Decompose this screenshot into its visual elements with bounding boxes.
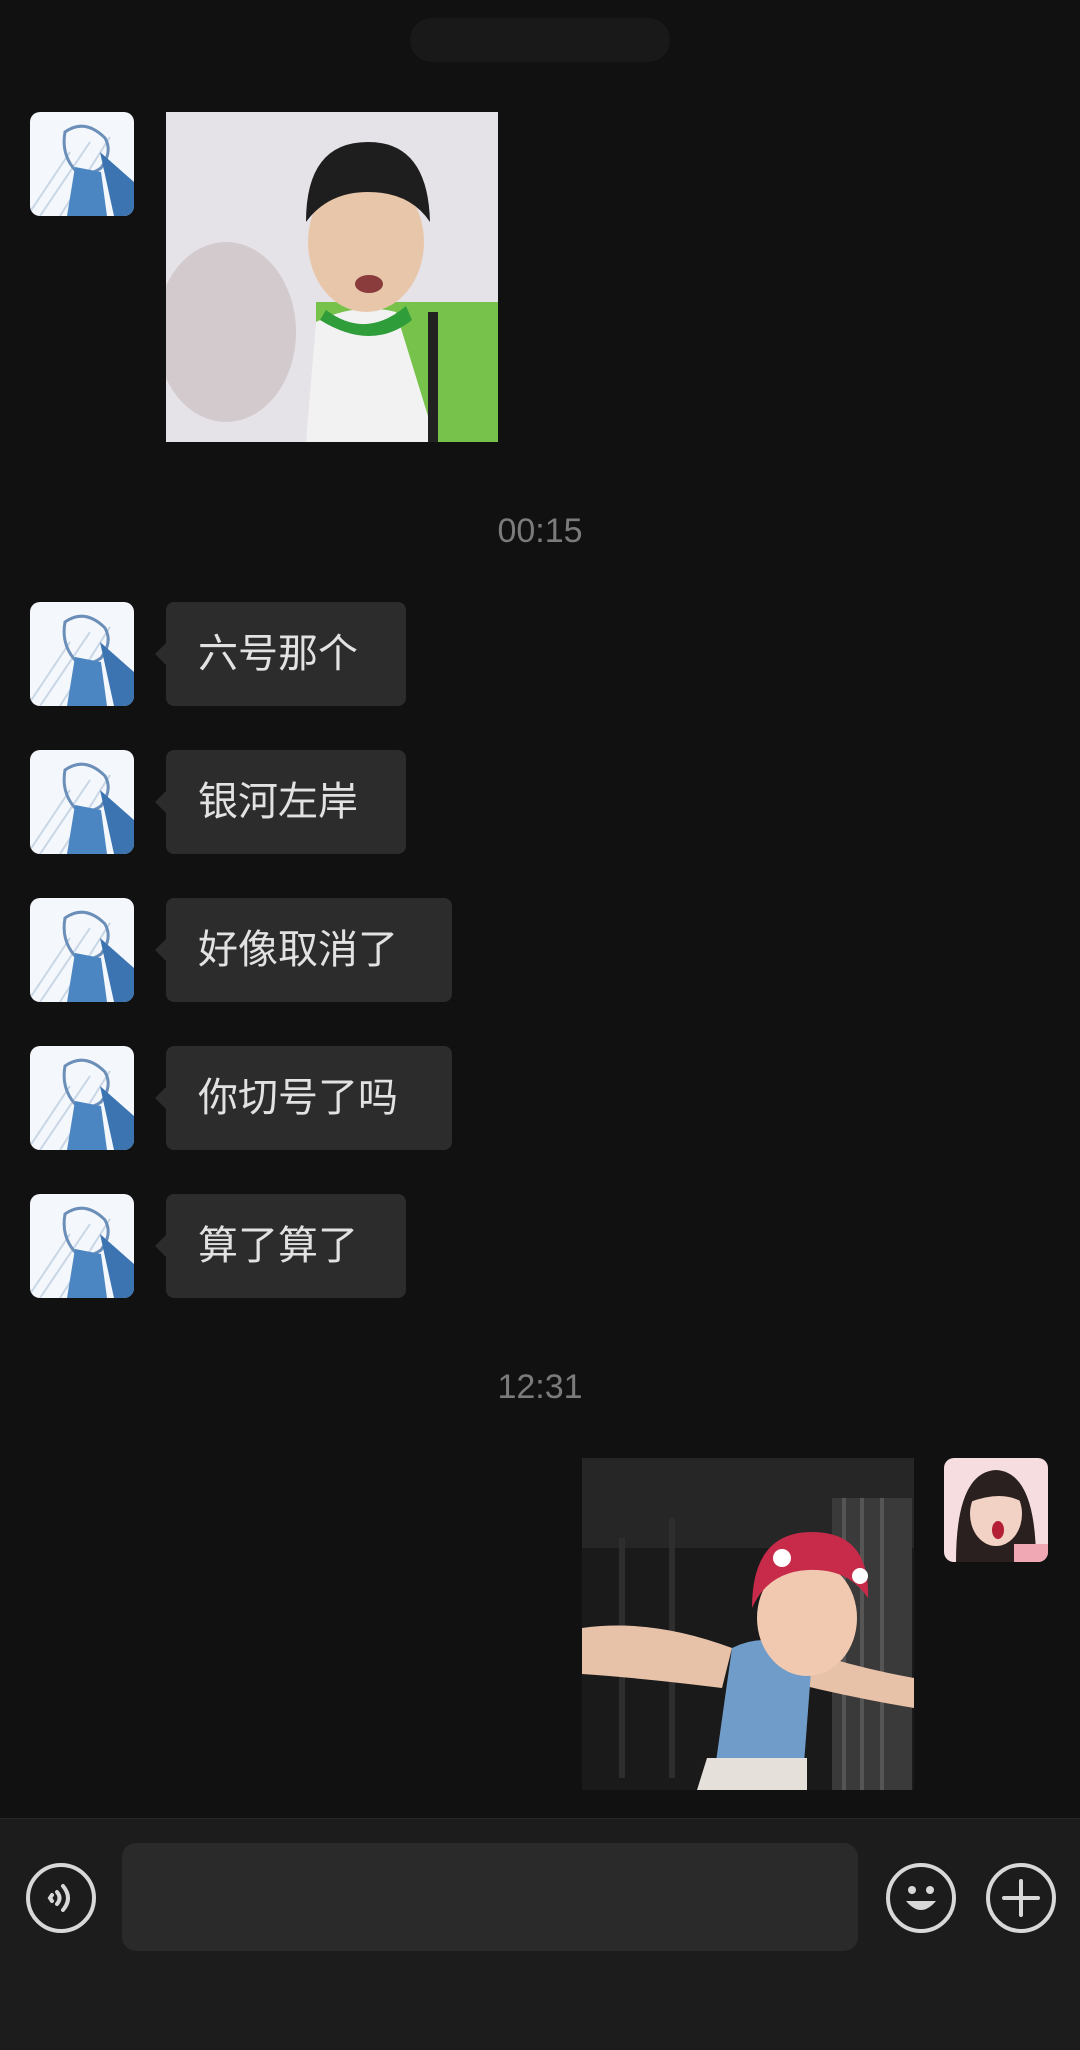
plus-icon [1002, 1879, 1040, 1917]
emoji-button[interactable] [886, 1863, 956, 1933]
friend-avatar[interactable] [30, 602, 134, 706]
timestamp: 00:15 [497, 512, 583, 550]
chat-title [410, 18, 670, 62]
emoji-icon [906, 1886, 936, 1910]
friend-avatar[interactable] [30, 1194, 134, 1298]
message-bubble[interactable]: 好像取消了 [155, 898, 452, 1002]
friend-avatar[interactable] [30, 112, 134, 216]
outgoing-image[interactable] [582, 1458, 914, 1790]
voice-icon [47, 1884, 70, 1912]
my-avatar[interactable] [944, 1458, 1048, 1562]
message-bubble[interactable]: 六号那个 [155, 602, 406, 706]
timestamp: 12:31 [497, 1368, 583, 1406]
more-button[interactable] [986, 1863, 1056, 1933]
voice-button[interactable] [26, 1863, 96, 1933]
friend-avatar[interactable] [30, 750, 134, 854]
message-bubble[interactable]: 算了算了 [155, 1194, 406, 1298]
incoming-image[interactable] [166, 112, 498, 442]
friend-avatar[interactable] [30, 1046, 134, 1150]
message-bubble[interactable]: 你切号了吗 [155, 1046, 452, 1150]
input-bar [0, 1818, 1080, 2050]
friend-avatar[interactable] [30, 898, 134, 1002]
message-input[interactable] [122, 1843, 858, 1951]
message-bubble[interactable]: 银河左岸 [155, 750, 406, 854]
